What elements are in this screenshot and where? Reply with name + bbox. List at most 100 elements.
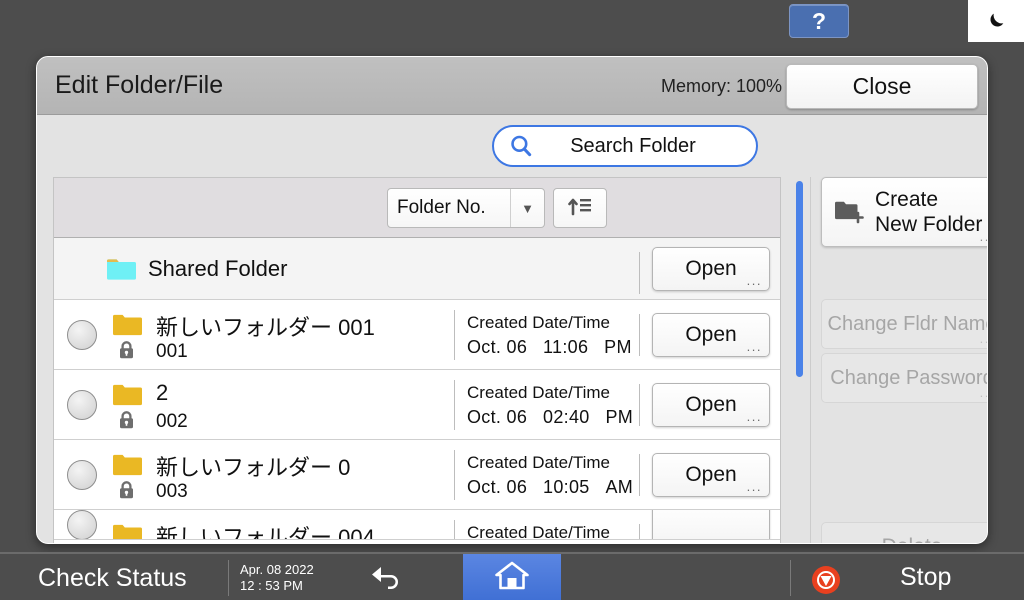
divider xyxy=(639,314,640,356)
change-password-button[interactable]: Change Password ... xyxy=(821,353,988,403)
sort-order-button[interactable] xyxy=(553,188,607,228)
time-text: 12 : 53 PM xyxy=(240,578,314,594)
lock-icon xyxy=(117,480,136,500)
radio-unselected-icon[interactable] xyxy=(67,320,97,350)
lock-icon xyxy=(117,340,136,360)
action-sidebar: Create New Folder ... Change Fldr Name .… xyxy=(813,177,988,544)
stop-icon[interactable] xyxy=(811,565,841,595)
table-row[interactable]: 新しいフォルダー 0 003 Created Date/Time Oct. 06… xyxy=(54,440,780,510)
dialog-body: Search Folder Folder No. ▼ xyxy=(37,115,987,544)
create-line-2: New Folder xyxy=(875,213,982,236)
lock-icon xyxy=(117,410,136,430)
created-datetime-value: Oct. 06 02:40 PM xyxy=(467,405,634,429)
created-time: 02:40 xyxy=(543,407,590,427)
list-scrollbar[interactable] xyxy=(789,177,811,544)
folder-icon-yellow xyxy=(112,453,142,476)
sort-ascending-icon xyxy=(567,195,593,222)
close-button[interactable]: Close xyxy=(786,64,978,109)
more-options-icon: ... xyxy=(747,342,762,352)
folder-list-panel: Folder No. ▼ xyxy=(53,177,781,544)
created-datetime-label: Created Date/Time xyxy=(467,450,634,475)
delete-button[interactable]: Delete xyxy=(821,522,988,544)
folder-icon-yellow xyxy=(112,523,142,540)
folder-number: 003 xyxy=(156,481,188,503)
created-ampm: PM xyxy=(604,337,632,357)
create-new-folder-button[interactable]: Create New Folder ... xyxy=(821,177,988,247)
search-placeholder: Search Folder xyxy=(534,135,756,158)
radio-unselected-icon[interactable] xyxy=(67,460,97,490)
sort-field-select[interactable]: Folder No. ▼ xyxy=(387,188,545,228)
created-date: Oct. 06 xyxy=(467,477,527,497)
open-button[interactable] xyxy=(652,510,770,540)
folder-number: 001 xyxy=(156,341,188,363)
divider xyxy=(790,560,791,596)
printer-touch-panel: ? Edit Folder/File Memory: 100% Close xyxy=(0,0,1024,600)
radio-unselected-icon[interactable] xyxy=(67,390,97,420)
created-datetime: Created Date/Time Oct. 06 02:40 PM xyxy=(454,380,634,430)
divider xyxy=(639,252,640,294)
open-button[interactable]: Open ... xyxy=(652,313,770,357)
datetime-display: Apr. 08 2022 12 : 53 PM xyxy=(240,562,314,594)
sort-bar: Folder No. ▼ xyxy=(54,178,780,238)
radio-unselected-icon[interactable] xyxy=(67,510,97,540)
home-button[interactable] xyxy=(463,554,561,600)
open-label: Open xyxy=(685,463,736,487)
moon-icon xyxy=(985,10,1007,32)
created-date: Oct. 06 xyxy=(467,407,527,427)
created-ampm: PM xyxy=(606,407,634,427)
shared-folder-name: Shared Folder xyxy=(148,256,287,282)
folder-name: 新しいフォルダー 0 xyxy=(156,450,350,482)
table-row[interactable]: 新しいフォルダー 004 Created Date/Time xyxy=(54,510,780,540)
back-arrow-icon xyxy=(369,563,403,594)
more-options-icon: ... xyxy=(980,232,988,242)
check-status-button[interactable]: Check Status xyxy=(38,564,187,593)
change-password-label: Change Password xyxy=(830,367,988,390)
more-options-icon: ... xyxy=(747,482,762,492)
help-button[interactable]: ? xyxy=(789,4,849,38)
created-datetime: Created Date/Time Oct. 06 10:05 AM xyxy=(454,450,634,500)
search-input[interactable]: Search Folder xyxy=(492,125,758,167)
memory-status: Memory: 100% xyxy=(661,76,782,97)
back-button[interactable] xyxy=(362,560,410,596)
change-folder-name-button[interactable]: Change Fldr Name ... xyxy=(821,299,988,349)
stop-label: Stop xyxy=(900,563,951,591)
more-options-icon: ... xyxy=(980,334,988,344)
created-time: 10:05 xyxy=(543,477,590,497)
close-label: Close xyxy=(853,73,912,100)
open-label: Open xyxy=(685,257,736,281)
more-options-icon: ... xyxy=(747,276,762,286)
folder-rows: Shared Folder Open ... xyxy=(54,238,780,540)
search-icon xyxy=(508,133,534,159)
home-icon xyxy=(495,561,529,596)
edit-folder-file-dialog: Edit Folder/File Memory: 100% Close Sear… xyxy=(36,56,988,544)
chevron-down-icon: ▼ xyxy=(510,189,544,227)
created-datetime-label: Created Date/Time xyxy=(467,520,634,540)
stop-button[interactable]: Stop xyxy=(900,563,951,592)
folder-name: 2 xyxy=(156,380,168,406)
created-ampm: AM xyxy=(606,477,634,497)
help-label: ? xyxy=(812,8,826,35)
created-datetime: Created Date/Time Oct. 06 11:06 PM xyxy=(454,310,634,360)
created-datetime: Created Date/Time xyxy=(454,520,634,540)
scrollbar-thumb[interactable] xyxy=(796,181,803,377)
folder-icon-yellow xyxy=(112,313,142,336)
open-button[interactable]: Open ... xyxy=(652,247,770,291)
divider xyxy=(639,454,640,496)
created-datetime-value: Oct. 06 11:06 PM xyxy=(467,335,634,359)
top-bar: ? xyxy=(0,0,1024,44)
open-button[interactable]: Open ... xyxy=(652,453,770,497)
delete-label: Delete xyxy=(882,535,943,544)
date-text: Apr. 08 2022 xyxy=(240,562,314,578)
folder-name: 新しいフォルダー 004 xyxy=(156,520,375,540)
table-row[interactable]: 2 002 Created Date/Time Oct. 06 02:40 PM xyxy=(54,370,780,440)
open-button[interactable]: Open ... xyxy=(652,383,770,427)
folder-plus-icon xyxy=(834,199,866,225)
sort-field-value: Folder No. xyxy=(388,197,510,219)
bottom-bar: Check Status Apr. 08 2022 12 : 53 PM xyxy=(0,552,1024,600)
divider xyxy=(639,524,640,540)
table-row[interactable]: 新しいフォルダー 001 001 Created Date/Time Oct. … xyxy=(54,300,780,370)
sleep-mode-button[interactable] xyxy=(968,0,1024,42)
list-item-shared-folder[interactable]: Shared Folder Open ... xyxy=(54,238,780,300)
created-datetime-label: Created Date/Time xyxy=(467,380,634,405)
divider xyxy=(639,384,640,426)
